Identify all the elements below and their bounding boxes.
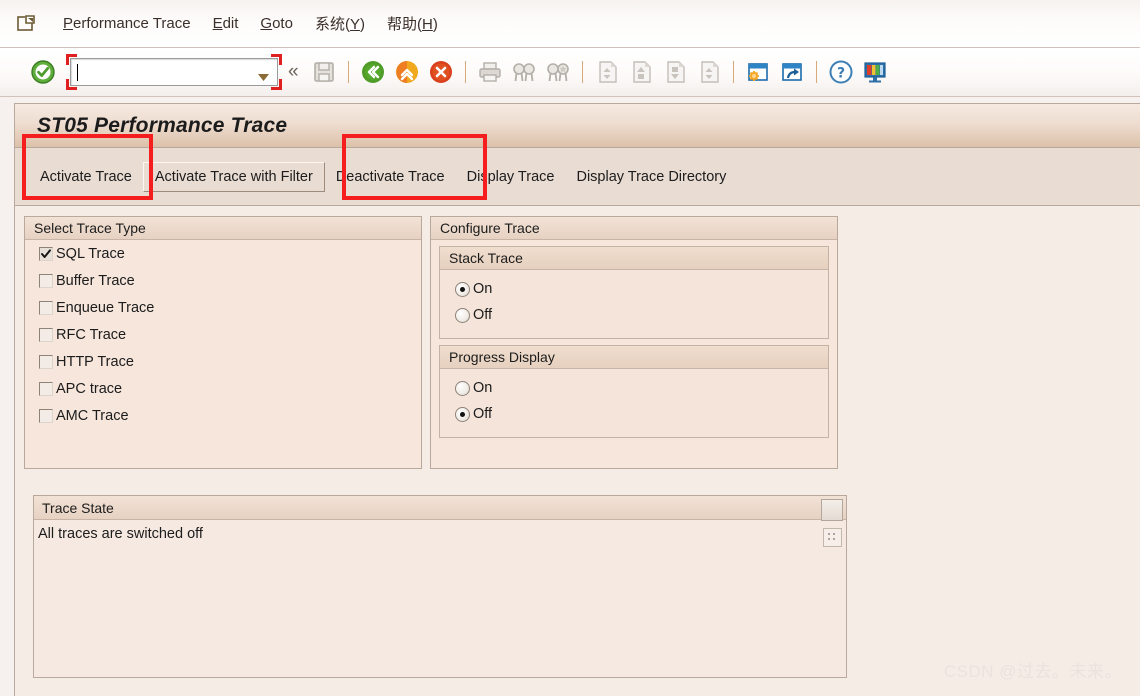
checkbox-buffer-trace[interactable]	[39, 273, 53, 288]
checkbox-row-sql-trace[interactable]: SQL Trace	[25, 240, 421, 267]
radio-row-progress-display-on[interactable]: On	[440, 375, 828, 401]
radio-stack-trace-off[interactable]	[455, 307, 470, 323]
select-trace-type-group: Select Trace Type SQL Trace Buffer Trace	[24, 216, 422, 469]
activate-trace-button[interactable]: Activate Trace	[29, 162, 143, 192]
checkbox-row-apc-trace[interactable]: APC trace	[25, 375, 421, 402]
checkbox-label-enqueue-trace: Enqueue Trace	[56, 299, 155, 316]
select-trace-type-header: Select Trace Type	[25, 217, 421, 240]
configure-trace-header: Configure Trace	[431, 217, 837, 240]
panel-row: Select Trace Type SQL Trace Buffer Trace	[24, 216, 1140, 469]
menu-item-help[interactable]: 帮助(H)	[376, 10, 449, 37]
print-icon[interactable]	[476, 58, 504, 86]
focus-corner-bottom-left	[66, 79, 77, 90]
menu-item-system[interactable]: 系统(Y)	[304, 10, 376, 37]
display-trace-directory-button[interactable]: Display Trace Directory	[565, 162, 737, 192]
checkbox-apc-trace[interactable]	[39, 381, 53, 396]
radio-label-stack-trace-on: On	[473, 281, 493, 297]
title-bar: ST05 Performance Trace	[15, 104, 1140, 148]
checkbox-label-buffer-trace: Buffer Trace	[56, 272, 135, 289]
checkbox-label-apc-trace: APC trace	[56, 380, 123, 397]
stack-trace-subgroup: Stack Trace On Off	[439, 246, 829, 339]
dropdown-arrow-icon[interactable]	[257, 69, 270, 87]
checkbox-rfc-trace[interactable]	[39, 327, 53, 342]
double-chevron-left-icon[interactable]: «	[288, 61, 299, 83]
checkbox-http-trace[interactable]	[39, 354, 53, 369]
menu-item-edit[interactable]: Edit	[202, 12, 250, 35]
activate-trace-with-filter-button[interactable]: Activate Trace with Filter	[142, 161, 325, 192]
watermark: CSDN @过去。未来。	[943, 662, 1122, 681]
trace-state-header: Trace State	[34, 496, 846, 520]
scroll-up-button[interactable]	[821, 499, 843, 521]
checkbox-row-buffer-trace[interactable]: Buffer Trace	[25, 267, 421, 294]
customize-local-layout-icon[interactable]	[861, 58, 889, 86]
focus-corner-top-left	[66, 54, 77, 65]
radio-progress-display-off[interactable]	[455, 406, 470, 422]
toolbar-separator	[347, 61, 349, 83]
checkbox-row-enqueue-trace[interactable]: Enqueue Trace	[25, 294, 421, 321]
text-caret	[77, 63, 78, 81]
green-check-enter-icon[interactable]	[29, 58, 57, 86]
content-area: Select Trace Type SQL Trace Buffer Trace	[15, 206, 1140, 678]
checkbox-row-rfc-trace[interactable]: RFC Trace	[25, 321, 421, 348]
command-field[interactable]	[70, 58, 278, 86]
checkbox-amc-trace[interactable]	[39, 408, 53, 423]
page-title: ST05 Performance Trace	[37, 113, 288, 137]
create-session-icon[interactable]	[744, 58, 772, 86]
radio-row-stack-trace-on[interactable]: On	[440, 276, 828, 302]
trace-state-message: All traces are switched off	[38, 526, 203, 542]
find-next-icon[interactable]	[544, 58, 572, 86]
checkbox-row-amc-trace[interactable]: AMC Trace	[25, 402, 421, 429]
first-page-icon[interactable]	[593, 58, 621, 86]
display-trace-button[interactable]: Display Trace	[456, 162, 566, 192]
checkbox-label-amc-trace: AMC Trace	[56, 407, 129, 424]
application-toolbar: Activate Trace Activate Trace with Filte…	[15, 134, 1140, 206]
toolbar: « ?	[0, 48, 1140, 97]
toolbar-separator	[732, 61, 734, 83]
exit-up-yellow-icon[interactable]	[393, 58, 421, 86]
trace-state-body: All traces are switched off	[34, 520, 846, 677]
radio-row-stack-trace-off[interactable]: Off	[440, 302, 828, 328]
command-field-wrapper[interactable]	[66, 54, 282, 90]
previous-page-icon[interactable]	[627, 58, 655, 86]
save-icon[interactable]	[310, 58, 338, 86]
radio-progress-display-on[interactable]	[455, 380, 470, 396]
screen-area: ST05 Performance Trace Activate Trace Ac…	[14, 103, 1140, 696]
radio-row-progress-display-off[interactable]: Off	[440, 401, 828, 427]
progress-display-header: Progress Display	[440, 346, 828, 369]
radio-label-progress-display-off: Off	[473, 406, 493, 422]
checkbox-label-http-trace: HTTP Trace	[56, 353, 134, 370]
checkbox-label-rfc-trace: RFC Trace	[56, 326, 127, 343]
menu-item-performance-trace[interactable]: Performance Trace	[52, 12, 202, 35]
cancel-red-icon[interactable]	[427, 58, 455, 86]
radio-label-progress-display-on: On	[473, 380, 493, 396]
radio-stack-trace-on[interactable]	[455, 281, 470, 297]
menu-item-goto[interactable]: Goto	[249, 12, 304, 35]
configure-trace-group: Configure Trace Stack Trace On Off Progr…	[430, 216, 838, 469]
toolbar-separator	[581, 61, 583, 83]
create-shortcut-icon[interactable]	[778, 58, 806, 86]
trace-state-panel: Trace State All traces are switched off	[33, 495, 847, 678]
back-green-icon[interactable]	[359, 58, 387, 86]
deactivate-trace-button[interactable]: Deactivate Trace	[325, 162, 456, 192]
find-icon[interactable]	[510, 58, 538, 86]
checkbox-row-http-trace[interactable]: HTTP Trace	[25, 348, 421, 375]
sap-system-menu-icon[interactable]	[16, 14, 38, 34]
checkbox-sql-trace[interactable]	[39, 246, 53, 261]
progress-display-subgroup: Progress Display On Off	[439, 345, 829, 438]
radio-label-stack-trace-off: Off	[473, 307, 493, 323]
stack-trace-header: Stack Trace	[440, 247, 828, 270]
svg-text:?: ?	[837, 66, 845, 82]
menu-bar: Performance Trace Edit Goto 系统(Y) 帮助(H)	[0, 0, 1140, 48]
toolbar-separator	[815, 61, 817, 83]
checkbox-enqueue-trace[interactable]	[39, 300, 53, 315]
focus-corner-top-right	[271, 54, 282, 65]
focus-corner-bottom-right	[271, 79, 282, 90]
resize-grip-icon[interactable]	[823, 528, 842, 547]
last-page-icon[interactable]	[695, 58, 723, 86]
checkbox-label-sql-trace: SQL Trace	[56, 245, 125, 262]
toolbar-separator	[464, 61, 466, 83]
help-icon[interactable]: ?	[827, 58, 855, 86]
next-page-icon[interactable]	[661, 58, 689, 86]
